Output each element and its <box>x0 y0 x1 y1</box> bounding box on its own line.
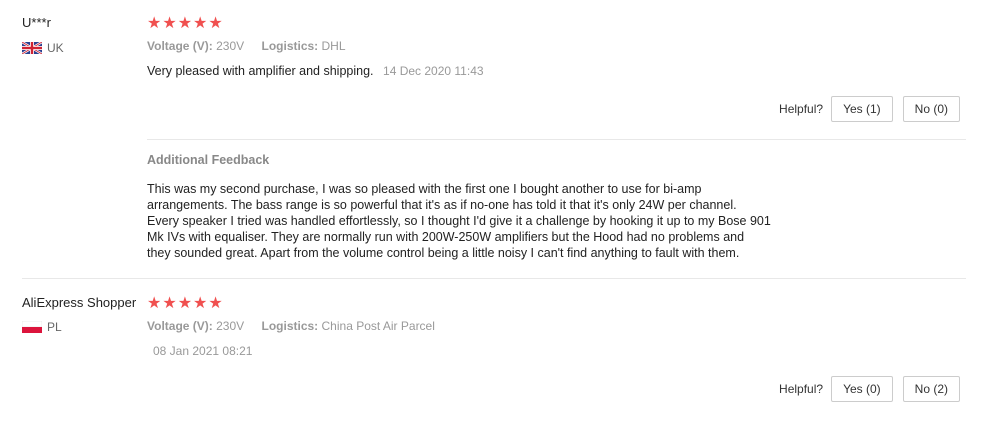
reviewer-country: UK <box>22 41 64 55</box>
voltage-value: 230V <box>216 319 245 333</box>
reviewer-country: PL <box>22 320 62 334</box>
review-body: 08 Jan 2021 08:21 <box>147 344 252 358</box>
country-code: UK <box>47 41 64 55</box>
review-body: Very pleased with amplifier and shipping… <box>147 64 484 78</box>
poland-flag-icon <box>22 321 42 333</box>
product-attributes: Voltage (V): 230V Logistics: China Post … <box>147 319 449 333</box>
star-rating: ★ ★ ★ ★ ★ <box>147 295 223 311</box>
voltage-value: 230V <box>216 39 245 53</box>
review-divider <box>22 278 966 279</box>
helpful-no-button[interactable]: No (2) <box>902 376 960 402</box>
logistics-value: China Post Air Parcel <box>321 319 435 333</box>
star-icon: ★ <box>162 293 177 312</box>
feedback-line: This was my second purchase, I was so pl… <box>147 182 702 196</box>
feedback-line: arrangements. The bass range is so power… <box>147 198 737 212</box>
country-code: PL <box>47 320 62 334</box>
additional-feedback-text: This was my second purchase, I was so pl… <box>147 181 827 261</box>
review-date: 08 Jan 2021 08:21 <box>153 344 253 358</box>
feedback-line: Every speaker I tried was handled effort… <box>147 214 771 228</box>
star-icon: ★ <box>208 293 223 312</box>
logistics-value: DHL <box>321 39 346 53</box>
section-divider <box>147 139 966 140</box>
logistics-label: Logistics: <box>261 319 319 333</box>
voltage-label: Voltage (V): <box>147 319 213 333</box>
star-icon: ★ <box>177 13 193 32</box>
helpful-controls: Helpful? Yes (1) No (0) <box>779 96 960 122</box>
star-icon: ★ <box>147 13 162 32</box>
helpful-label: Helpful? <box>779 382 824 396</box>
helpful-controls: Helpful? Yes (0) No (2) <box>779 376 960 402</box>
star-icon: ★ <box>147 293 162 312</box>
star-icon: ★ <box>162 13 177 32</box>
star-icon: ★ <box>177 293 193 312</box>
helpful-yes-button[interactable]: Yes (1) <box>831 96 893 122</box>
star-icon: ★ <box>208 13 223 32</box>
voltage-label: Voltage (V): <box>147 39 213 53</box>
uk-flag-icon <box>22 42 42 54</box>
feedback-line: Mk IVs with equaliser. They are normally… <box>147 230 745 244</box>
reviewer-name: AliExpress Shopper <box>22 295 137 310</box>
review-text: Very pleased with amplifier and shipping… <box>147 64 374 78</box>
reviewer-name: U***r <box>22 15 51 30</box>
logistics-label: Logistics: <box>261 39 319 53</box>
product-attributes: Voltage (V): 230V Logistics: DHL <box>147 39 360 53</box>
helpful-label: Helpful? <box>779 102 824 116</box>
review-date: 14 Dec 2020 11:43 <box>383 64 484 78</box>
star-icon: ★ <box>193 293 208 312</box>
star-icon: ★ <box>193 13 208 32</box>
star-rating: ★ ★ ★ ★ ★ <box>147 15 223 31</box>
helpful-yes-button[interactable]: Yes (0) <box>831 376 893 402</box>
helpful-no-button[interactable]: No (0) <box>902 96 960 122</box>
additional-feedback-title: Additional Feedback <box>147 153 270 167</box>
feedback-line: they sounded great. Apart from the volum… <box>147 246 740 260</box>
